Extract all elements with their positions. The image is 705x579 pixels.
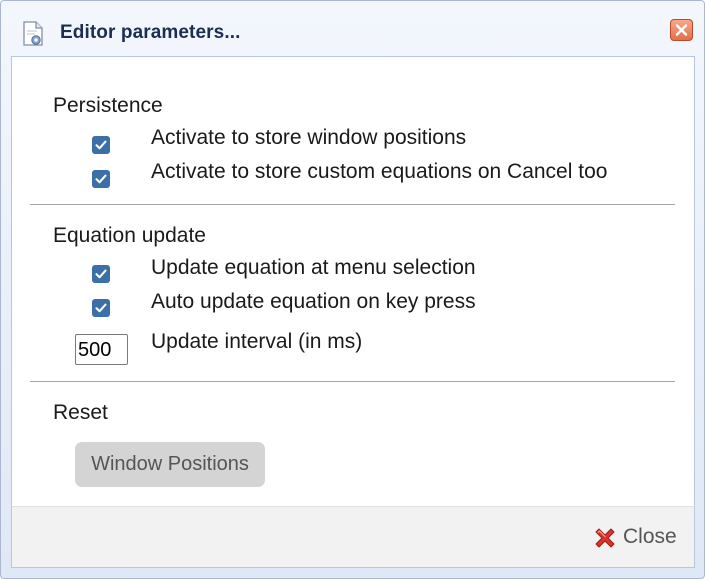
auto-update-on-key-press-checkbox[interactable] (92, 299, 110, 317)
editor-parameters-dialog: Editor parameters... Persistence Activat… (0, 0, 705, 579)
store-custom-equations-label: Activate to store custom equations on Ca… (151, 160, 608, 183)
section-divider (30, 381, 675, 382)
update-interval-label: Update interval (in ms) (151, 330, 363, 353)
store-window-positions-checkbox[interactable] (92, 136, 110, 154)
persistence-heading: Persistence (53, 94, 163, 117)
dialog-titlebar[interactable]: Editor parameters... (1, 1, 704, 57)
auto-update-on-key-press-label: Auto update equation on key press (151, 290, 476, 313)
reset-window-positions-button[interactable]: Window Positions (75, 442, 265, 487)
close-icon[interactable] (670, 19, 693, 41)
update-interval-input[interactable] (75, 334, 128, 365)
section-divider (30, 204, 675, 205)
update-at-menu-selection-checkbox[interactable] (92, 265, 110, 283)
red-x-icon (592, 525, 618, 556)
reset-heading: Reset (53, 401, 108, 424)
store-window-positions-label: Activate to store window positions (151, 126, 467, 149)
close-button-label: Close (623, 525, 677, 548)
equation-update-heading: Equation update (53, 224, 206, 247)
update-at-menu-selection-label: Update equation at menu selection (151, 256, 476, 279)
document-settings-icon (21, 21, 45, 46)
store-custom-equations-checkbox[interactable] (92, 170, 110, 188)
dialog-title: Editor parameters... (60, 22, 241, 43)
dialog-body: Persistence Activate to store window pos… (11, 56, 695, 506)
dialog-footer: Close (11, 506, 695, 568)
